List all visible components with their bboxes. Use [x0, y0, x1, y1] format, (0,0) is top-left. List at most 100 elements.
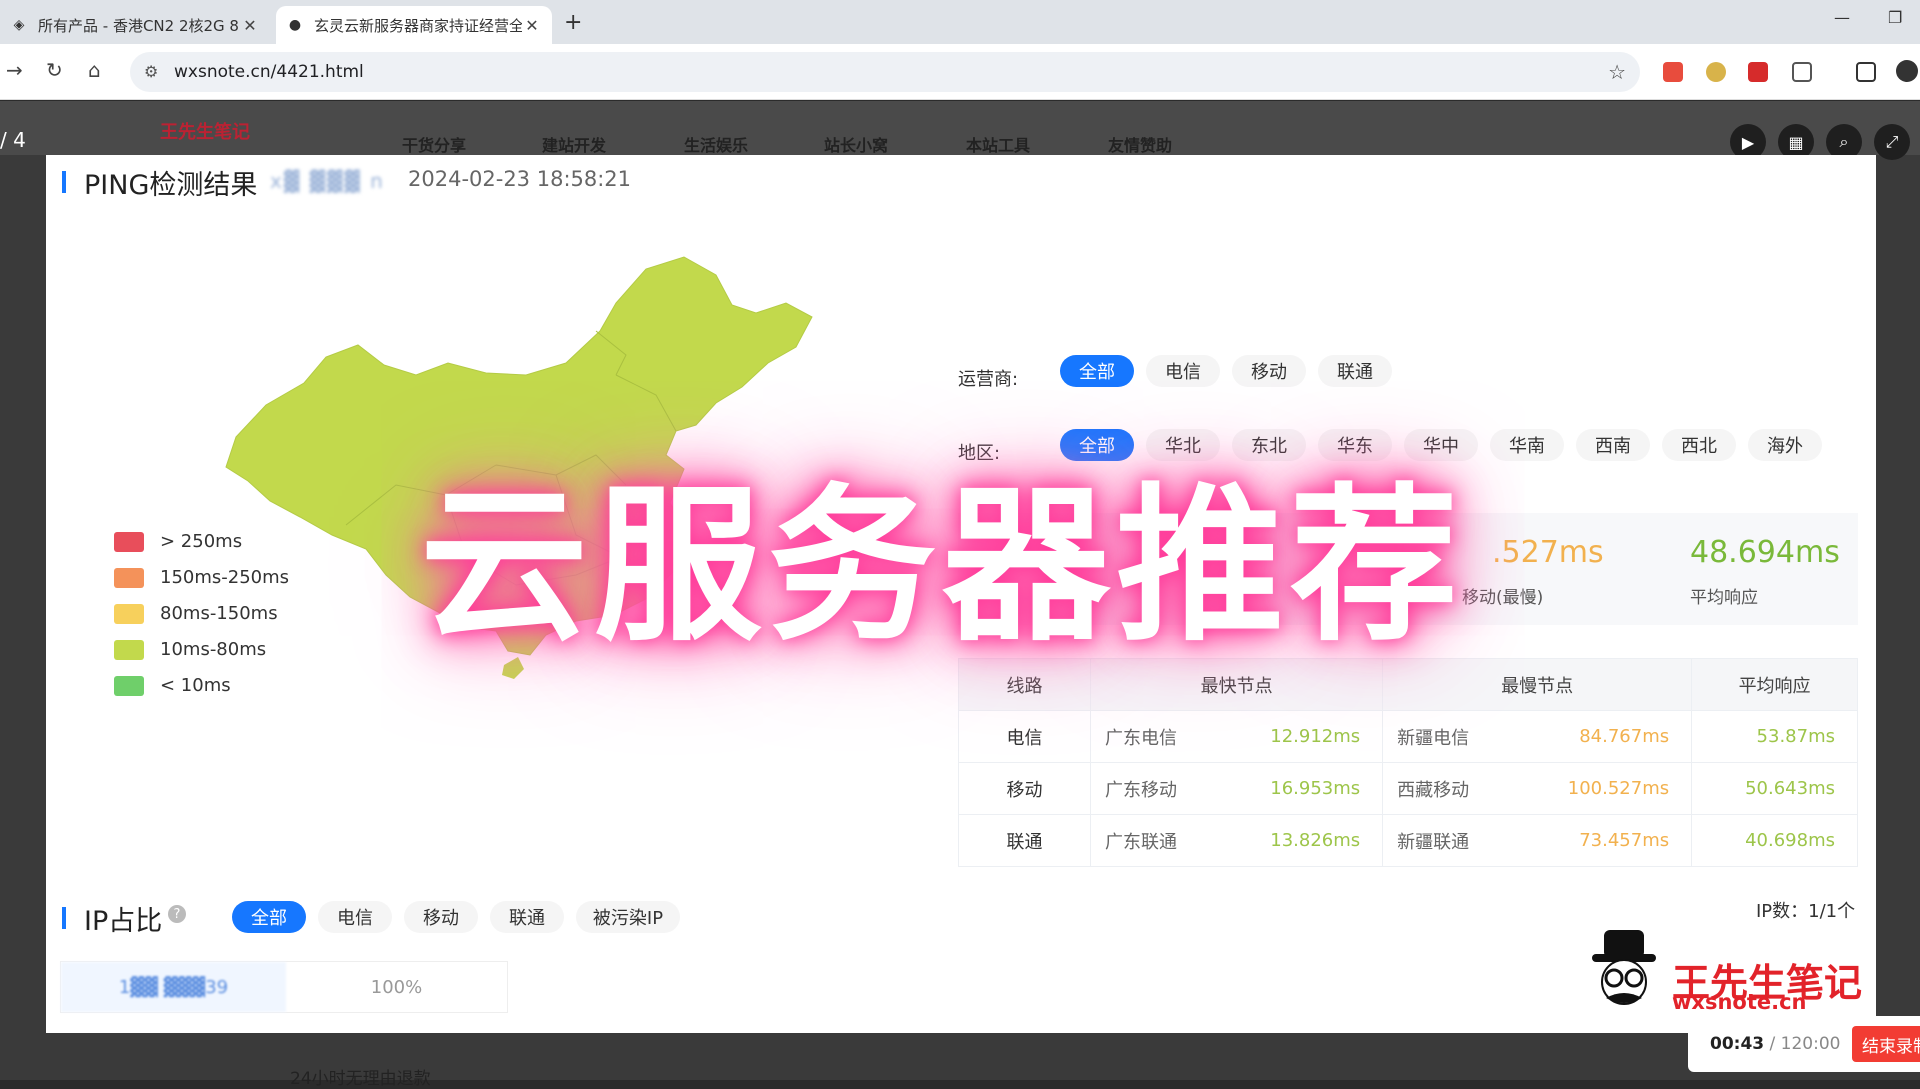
profile-avatar[interactable] [1896, 60, 1918, 82]
close-tab-icon[interactable]: ✕ [522, 16, 542, 35]
average-label: 平均响应 [1690, 588, 1758, 608]
site-menu-item[interactable]: 站长小窝 [824, 132, 888, 156]
slowest-value: .527ms [1492, 535, 1604, 570]
legend-swatch [114, 531, 144, 552]
stop-recording-button[interactable]: 结束录制 [1852, 1026, 1920, 1062]
tab-title: 玄灵云新服务器商家持证经营全 [314, 16, 522, 35]
legend-item: 150ms-250ms [114, 567, 289, 588]
table-row: 联通 广东联通 13.826ms 新疆联通 73.457ms 40.698ms [958, 814, 1858, 867]
slow-node-cell: 新疆电信 [1382, 710, 1510, 763]
minimize-button[interactable]: — [1834, 8, 1850, 27]
url-text: wxsnote.cn/4421.html [174, 62, 364, 82]
section-marker [62, 907, 66, 929]
fast-ms-cell: 12.912ms [1217, 710, 1384, 763]
site-favicon-icon: ◈ [13, 17, 25, 33]
legend-label: > 250ms [160, 531, 243, 552]
slow-ms-cell: 84.767ms [1509, 710, 1693, 763]
fullscreen-icon[interactable]: ⤢ [1874, 124, 1910, 160]
home-icon[interactable]: ⌂ [88, 58, 101, 82]
extensions-puzzle-icon[interactable] [1792, 62, 1812, 82]
fast-node-cell: 广东电信 [1089, 710, 1218, 763]
avg-cell: 40.698ms [1691, 814, 1858, 867]
screen-recorder-bar: 00:43 / 120:00 结束录制 [1688, 1016, 1920, 1072]
table-row: 电信 广东电信 12.912ms 新疆电信 84.767ms 53.87ms [958, 710, 1858, 763]
mascot-logo-icon [1592, 930, 1656, 1005]
site-menu-item[interactable]: 友情赞助 [1108, 132, 1172, 156]
site-menu-item[interactable]: 建站开发 [542, 132, 606, 156]
side-panel-icon[interactable] [1856, 62, 1876, 82]
route-table: 线路 最快节点 最慢节点 平均响应 电信 广东电信 12.912ms 新疆电信 … [958, 658, 1858, 867]
reload-icon[interactable]: ↻ [46, 58, 63, 82]
legend-label: 10ms-80ms [160, 639, 267, 660]
extension-icon[interactable] [1663, 62, 1683, 82]
isp-filter-all[interactable]: 全部 [1060, 355, 1134, 387]
tab-title: 所有产品 - 香港CN2 2核2G 8M [38, 16, 240, 35]
legend-swatch [114, 567, 144, 588]
new-tab-button[interactable]: + [564, 10, 582, 35]
ip-tab-unicom[interactable]: 联通 [490, 901, 564, 933]
browser-tab[interactable]: ◈ 所有产品 - 香港CN2 2核2G 8M ✕ [0, 6, 270, 44]
fast-ms-cell: 16.953ms [1217, 762, 1384, 815]
ip-percent: 100% [370, 976, 423, 998]
ip-tab-all[interactable]: 全部 [232, 901, 306, 933]
restore-button[interactable]: ❐ [1888, 8, 1902, 27]
isp-filter-telecom[interactable]: 电信 [1146, 355, 1220, 387]
fast-ms-cell: 13.826ms [1217, 814, 1384, 867]
col-header: 平均响应 [1691, 658, 1858, 711]
legend-swatch [114, 603, 144, 624]
fast-node-cell: 广东联通 [1089, 814, 1218, 867]
site-nav [0, 101, 1920, 155]
slowest-label: 移动(最慢) [1462, 588, 1544, 608]
table-row: 移动 广东移动 16.953ms 西藏移动 100.527ms 50.643ms [958, 762, 1858, 815]
average-value: 48.694ms [1690, 535, 1840, 570]
legend-item: < 10ms [114, 675, 231, 696]
legend-swatch [114, 639, 144, 660]
legend-label: 80ms-150ms [160, 603, 278, 624]
slow-ms-cell: 73.457ms [1509, 814, 1693, 867]
ip-tab-polluted[interactable]: 被污染IP [576, 901, 680, 933]
ping-timestamp: 2024-02-23 18:58:21 [408, 167, 632, 191]
recording-elapsed: 00:43 [1710, 1034, 1765, 1054]
avg-cell: 53.87ms [1691, 710, 1858, 763]
legend-item: > 250ms [114, 531, 242, 552]
ip-share-title: IP占比 [84, 906, 163, 937]
region-filter-overseas[interactable]: 海外 [1748, 429, 1822, 461]
extension-icon[interactable] [1748, 62, 1768, 82]
legend-label: < 10ms [160, 675, 231, 696]
avg-cell: 50.643ms [1691, 762, 1858, 815]
recording-total: / 120:00 [1764, 1034, 1841, 1054]
ip-tab-telecom[interactable]: 电信 [318, 901, 392, 933]
region-filter-southwest[interactable]: 西南 [1576, 429, 1650, 461]
site-menu-item[interactable]: 生活娱乐 [684, 132, 748, 156]
isp-filter-mobile[interactable]: 移动 [1232, 355, 1306, 387]
ip-tab-mobile[interactable]: 移动 [404, 901, 478, 933]
line-cell: 移动 [958, 762, 1091, 815]
background-text: 24小时无理由退款 [290, 1069, 431, 1089]
region-filter-south[interactable]: 华南 [1490, 429, 1564, 461]
ip-count: IP数：1/1个 [1756, 901, 1856, 922]
browser-tab-active[interactable]: ● 玄灵云新服务器商家持证经营全 ✕ [276, 6, 552, 44]
extension-icon[interactable] [1706, 62, 1726, 82]
help-icon[interactable]: ? [168, 905, 186, 923]
site-favicon-icon: ● [288, 17, 302, 33]
legend-item: 10ms-80ms [114, 639, 266, 660]
url-field[interactable]: ⚙ wxsnote.cn/4421.html ☆ [130, 52, 1640, 92]
slow-ms-cell: 100.527ms [1509, 762, 1693, 815]
recording-timer: 00:43 / 120:00 [1710, 1034, 1840, 1054]
site-info-icon[interactable]: ⚙ [144, 62, 158, 81]
forward-icon[interactable]: → [6, 58, 23, 82]
slow-node-cell: 新疆联通 [1382, 814, 1510, 867]
region-filter-northwest[interactable]: 西北 [1662, 429, 1736, 461]
site-logo[interactable]: 王先生笔记 [160, 118, 250, 144]
close-tab-icon[interactable]: ✕ [240, 16, 260, 35]
site-menu-item[interactable]: 干货分享 [402, 132, 466, 156]
site-menu-item[interactable]: 本站工具 [966, 132, 1030, 156]
tab-bar: ◈ 所有产品 - 香港CN2 2核2G 8M ✕ ● 玄灵云新服务器商家持证经营… [0, 0, 1920, 44]
host-obscured: x▓ ▓▓▓ n [270, 169, 385, 193]
isp-filter-unicom[interactable]: 联通 [1318, 355, 1392, 387]
line-cell: 电信 [958, 710, 1091, 763]
page-counter: / 4 [0, 128, 26, 152]
bookmark-star-icon[interactable]: ☆ [1608, 60, 1626, 84]
ip-address-obscured: 1▓▓ ▓▓▓39 [61, 962, 286, 1012]
ping-title: PING检测结果 [84, 170, 258, 201]
